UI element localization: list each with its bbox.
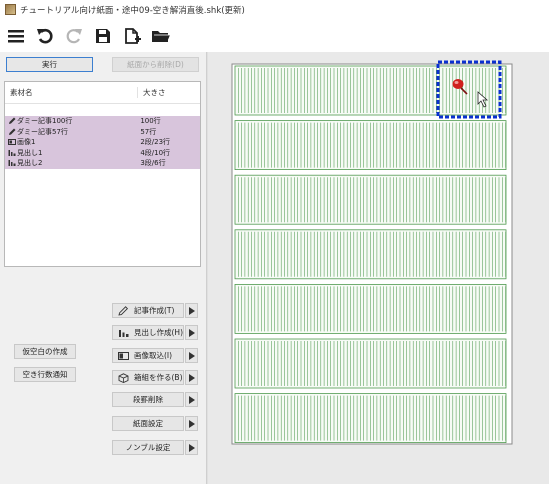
material-size: 57行 [140,127,157,136]
create-article-label: 記事作成(T) [134,306,175,315]
column-header-size[interactable]: 大きさ [137,87,197,98]
arrow-right-icon [188,306,195,315]
window-title: チュートリアル向け紙面・途中09-空き解消直後.shk(更新) [20,5,245,16]
material-row[interactable]: 見出し1 4段/10行 [5,147,200,158]
arrow-right-icon [188,419,195,428]
material-size: 3段/6行 [140,159,166,168]
material-name: 見出し1 [17,148,43,157]
save-icon [96,28,110,43]
redo-icon [66,28,82,43]
materials-list[interactable]: 素材名 大きさ ダミー記事100行 100行 ダミー記事57行 57行 画像1 … [4,81,201,267]
page-tier[interactable] [234,229,507,280]
toolbar [0,19,549,52]
material-name: 画像1 [17,138,36,147]
undo-icon [37,28,53,43]
arrow-right-icon [188,351,195,360]
empty-line-notice-button[interactable]: 空き行数通知 [14,367,76,382]
page-settings-arrow-button[interactable] [185,416,198,431]
delete-columns-button[interactable]: 段罫削除 [112,392,184,407]
column-header-name[interactable]: 素材名 [5,87,137,98]
pencil-icon [8,117,16,125]
materials-rows: ダミー記事100行 100行 ダミー記事57行 57行 画像1 2段/23行 見… [5,116,200,169]
pin-icon [452,79,464,89]
material-name: ダミー記事100行 [17,117,73,126]
pin-highlight [454,81,459,84]
save-button[interactable] [92,25,114,47]
make-box-button[interactable]: 箱組を作る(B) [112,370,184,385]
material-row[interactable]: ダミー記事57行 57行 [5,126,200,137]
remove-from-page-button[interactable]: 紙面から削除(D) [112,57,199,72]
app-icon [5,4,16,15]
arrow-right-icon [188,443,195,452]
page-tier[interactable] [234,120,507,170]
make-box-label: 箱組を作る(B) [134,373,183,382]
materials-header: 素材名 大きさ [5,82,200,104]
open-folder-icon [152,30,170,42]
dummy-white-space-button[interactable]: 仮空白の作成 [14,344,76,359]
headline-icon [8,159,16,167]
create-article-button[interactable]: 記事作成(T) [112,303,184,318]
create-headline-button[interactable]: 見出し作成(H) [112,325,184,340]
create-headline-arrow-button[interactable] [185,325,198,340]
material-row[interactable]: ダミー記事100行 100行 [5,116,200,127]
make-box-arrow-button[interactable] [185,370,198,385]
nombre-settings-arrow-button[interactable] [185,440,198,455]
headline-icon [8,149,16,157]
open-folder-button[interactable] [150,25,172,47]
pencil-icon [117,305,129,316]
title-bar: チュートリアル向け紙面・途中09-空き解消直後.shk(更新) [0,0,549,19]
menu-icon [8,29,24,42]
nombre-settings-button[interactable]: ノンブル設定 [112,440,184,455]
page-settings-button[interactable]: 紙面設定 [112,416,184,431]
arrow-right-icon [188,373,195,382]
material-size: 2段/23行 [140,138,171,147]
import-image-arrow-button[interactable] [185,348,198,363]
import-image-button[interactable]: 画像取込(I) [112,348,184,363]
box-icon [117,372,129,383]
create-article-arrow-button[interactable] [185,303,198,318]
new-document-button[interactable] [121,25,143,47]
page-preview[interactable] [208,52,549,484]
material-row[interactable]: 画像1 2段/23行 [5,137,200,148]
page-tier[interactable] [234,338,507,389]
left-panel: 実行 紙面から削除(D) 素材名 大きさ ダミー記事100行 100行 ダミー記… [0,52,207,484]
page-tier[interactable] [234,65,507,116]
material-name: 見出し2 [17,159,43,168]
execute-button[interactable]: 実行 [6,57,93,72]
image-icon [117,351,129,361]
page-canvas[interactable] [208,52,549,484]
import-image-label: 画像取込(I) [134,351,173,360]
page-tier[interactable] [234,393,507,444]
headline-icon [117,328,129,338]
new-document-icon [125,27,141,44]
material-size: 4段/10行 [140,148,171,157]
arrow-right-icon [188,395,195,404]
page-tier[interactable] [234,174,507,225]
pencil-icon [8,128,16,136]
material-size: 100行 [140,117,161,126]
material-name: ダミー記事57行 [17,127,68,136]
create-headline-label: 見出し作成(H) [134,328,183,337]
undo-button[interactable] [34,25,56,47]
image-icon [8,138,16,146]
page-tier[interactable] [234,283,507,334]
redo-button[interactable] [63,25,85,47]
delete-columns-arrow-button[interactable] [185,392,198,407]
menu-button[interactable] [5,25,27,47]
material-row[interactable]: 見出し2 3段/6行 [5,158,200,169]
arrow-right-icon [188,328,195,337]
